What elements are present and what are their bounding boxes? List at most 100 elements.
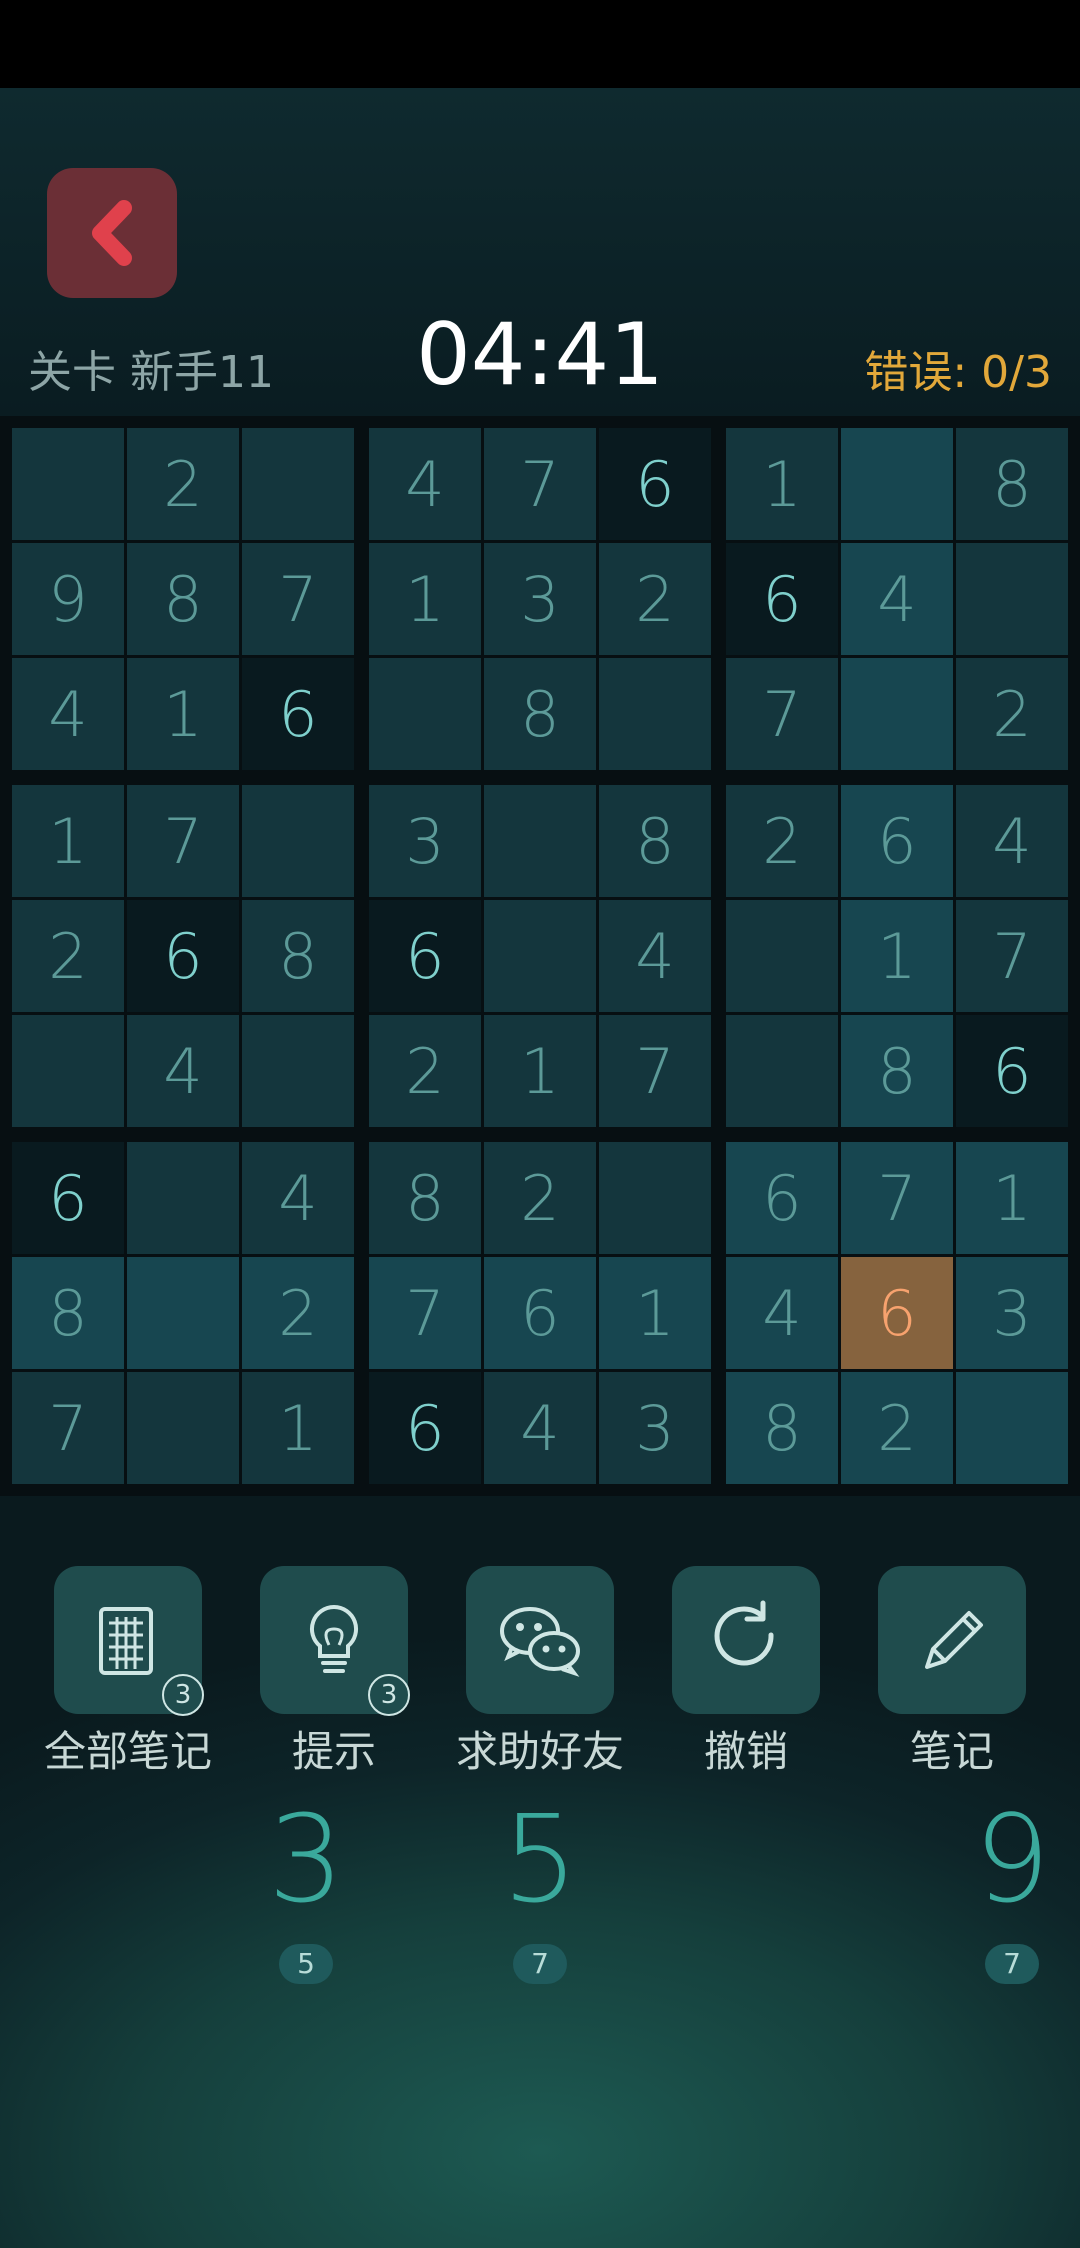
- sudoku-cell[interactable]: 1: [12, 785, 124, 897]
- error-counter: 错误: 0/3: [864, 347, 1052, 398]
- sudoku-cell[interactable]: 8: [127, 543, 239, 655]
- sudoku-cell[interactable]: 7: [956, 900, 1068, 1012]
- sudoku-cell[interactable]: 7: [242, 543, 354, 655]
- sudoku-cell[interactable]: [726, 1015, 838, 1127]
- sudoku-cell[interactable]: 6: [599, 428, 711, 540]
- sudoku-cell[interactable]: [956, 543, 1068, 655]
- back-button[interactable]: [47, 168, 177, 298]
- sudoku-cell[interactable]: 4: [956, 785, 1068, 897]
- sudoku-cell[interactable]: 1: [242, 1372, 354, 1484]
- sudoku-cell[interactable]: 8: [12, 1257, 124, 1369]
- sudoku-cell[interactable]: 4: [599, 900, 711, 1012]
- all-notes-badge: 3: [162, 1674, 204, 1716]
- sudoku-cell[interactable]: [242, 428, 354, 540]
- sudoku-cell[interactable]: 4: [726, 1257, 838, 1369]
- notes-button[interactable]: 笔记: [878, 1566, 1026, 1776]
- sudoku-cell[interactable]: 2: [599, 543, 711, 655]
- sudoku-cell[interactable]: 7: [599, 1015, 711, 1127]
- sudoku-cell[interactable]: 3: [484, 543, 596, 655]
- numpad-count-3: 5: [279, 1944, 333, 1984]
- sudoku-cell[interactable]: 2: [956, 658, 1068, 770]
- sudoku-cell[interactable]: 8: [726, 1372, 838, 1484]
- wechat-icon: [500, 1607, 580, 1677]
- sudoku-cell[interactable]: 2: [127, 428, 239, 540]
- numpad-key-3[interactable]: 3: [246, 1796, 366, 1926]
- sudoku-cell[interactable]: 7: [484, 428, 596, 540]
- selected-cell[interactable]: 6: [841, 1257, 953, 1369]
- sudoku-cell[interactable]: 1: [841, 900, 953, 1012]
- sudoku-cell[interactable]: 8: [841, 1015, 953, 1127]
- sudoku-cell[interactable]: 2: [12, 900, 124, 1012]
- sudoku-cell[interactable]: 1: [484, 1015, 596, 1127]
- sudoku-cell[interactable]: 9: [12, 543, 124, 655]
- sudoku-cell[interactable]: 8: [369, 1142, 481, 1254]
- sudoku-cell[interactable]: 3: [956, 1257, 1068, 1369]
- sudoku-cell[interactable]: [956, 1372, 1068, 1484]
- sudoku-cell[interactable]: 1: [369, 543, 481, 655]
- sudoku-cell[interactable]: [484, 900, 596, 1012]
- hint-badge: 3: [368, 1674, 410, 1716]
- sudoku-cell[interactable]: 2: [726, 785, 838, 897]
- lightbulb-icon: [309, 1604, 359, 1673]
- sudoku-cell[interactable]: [242, 785, 354, 897]
- sudoku-cell[interactable]: [127, 1257, 239, 1369]
- sudoku-cell[interactable]: [12, 1015, 124, 1127]
- sudoku-cell[interactable]: 8: [484, 658, 596, 770]
- sudoku-cell[interactable]: 6: [841, 785, 953, 897]
- sudoku-cell[interactable]: 6: [956, 1015, 1068, 1127]
- sudoku-cell[interactable]: 7: [726, 658, 838, 770]
- sudoku-cell[interactable]: 1: [127, 658, 239, 770]
- sudoku-cell[interactable]: 4: [484, 1372, 596, 1484]
- sudoku-cell[interactable]: 3: [369, 785, 481, 897]
- sudoku-cell[interactable]: 4: [12, 658, 124, 770]
- ask-friend-label: 求助好友: [455, 1727, 624, 1776]
- undo-button[interactable]: 撤销: [672, 1566, 820, 1776]
- sudoku-cell[interactable]: [599, 658, 711, 770]
- sudoku-cell[interactable]: 4: [242, 1142, 354, 1254]
- sudoku-cell[interactable]: 8: [242, 900, 354, 1012]
- sudoku-cell[interactable]: [127, 1142, 239, 1254]
- sudoku-cell[interactable]: 7: [12, 1372, 124, 1484]
- ask-friend-button[interactable]: 求助好友: [456, 1566, 624, 1776]
- sudoku-cell[interactable]: 1: [956, 1142, 1068, 1254]
- sudoku-cell[interactable]: 2: [369, 1015, 481, 1127]
- sudoku-cell[interactable]: [726, 900, 838, 1012]
- sudoku-cell[interactable]: [599, 1142, 711, 1254]
- undo-label: 撤销: [703, 1727, 788, 1776]
- sudoku-cell[interactable]: 4: [841, 543, 953, 655]
- sudoku-cell[interactable]: [841, 428, 953, 540]
- sudoku-cell[interactable]: [369, 658, 481, 770]
- all-notes-button[interactable]: 3 全部笔记: [44, 1566, 212, 1776]
- sudoku-cell[interactable]: [242, 1015, 354, 1127]
- sudoku-cell[interactable]: [127, 1372, 239, 1484]
- sudoku-cell[interactable]: 4: [127, 1015, 239, 1127]
- sudoku-cell[interactable]: 6: [242, 658, 354, 770]
- hint-label: 提示: [291, 1727, 376, 1776]
- sudoku-cell[interactable]: 7: [127, 785, 239, 897]
- sudoku-cell[interactable]: 6: [369, 1372, 481, 1484]
- hint-button[interactable]: 3 提示: [260, 1566, 410, 1776]
- sudoku-cell[interactable]: 7: [369, 1257, 481, 1369]
- sudoku-cell[interactable]: 6: [369, 900, 481, 1012]
- numpad-key-9[interactable]: 9: [952, 1796, 1072, 1926]
- sudoku-cell[interactable]: 6: [726, 1142, 838, 1254]
- sudoku-cell[interactable]: 2: [242, 1257, 354, 1369]
- sudoku-cell[interactable]: 8: [599, 785, 711, 897]
- sudoku-cell[interactable]: 6: [484, 1257, 596, 1369]
- sudoku-cell[interactable]: 1: [726, 428, 838, 540]
- sudoku-cell[interactable]: 8: [956, 428, 1068, 540]
- sudoku-cell[interactable]: 4: [369, 428, 481, 540]
- sudoku-cell[interactable]: [484, 785, 596, 897]
- sudoku-cell[interactable]: 6: [12, 1142, 124, 1254]
- sudoku-cell[interactable]: 7: [841, 1142, 953, 1254]
- sudoku-cell[interactable]: [841, 658, 953, 770]
- sudoku-cell[interactable]: 6: [127, 900, 239, 1012]
- sudoku-cell[interactable]: 1: [599, 1257, 711, 1369]
- sudoku-cell[interactable]: [12, 428, 124, 540]
- sudoku-cell[interactable]: 2: [841, 1372, 953, 1484]
- numpad-key-5[interactable]: 5: [480, 1796, 600, 1926]
- sudoku-cell[interactable]: 6: [726, 543, 838, 655]
- sudoku-cell[interactable]: 3: [599, 1372, 711, 1484]
- sudoku-cell[interactable]: 2: [484, 1142, 596, 1254]
- pencil-icon: [925, 1611, 983, 1669]
